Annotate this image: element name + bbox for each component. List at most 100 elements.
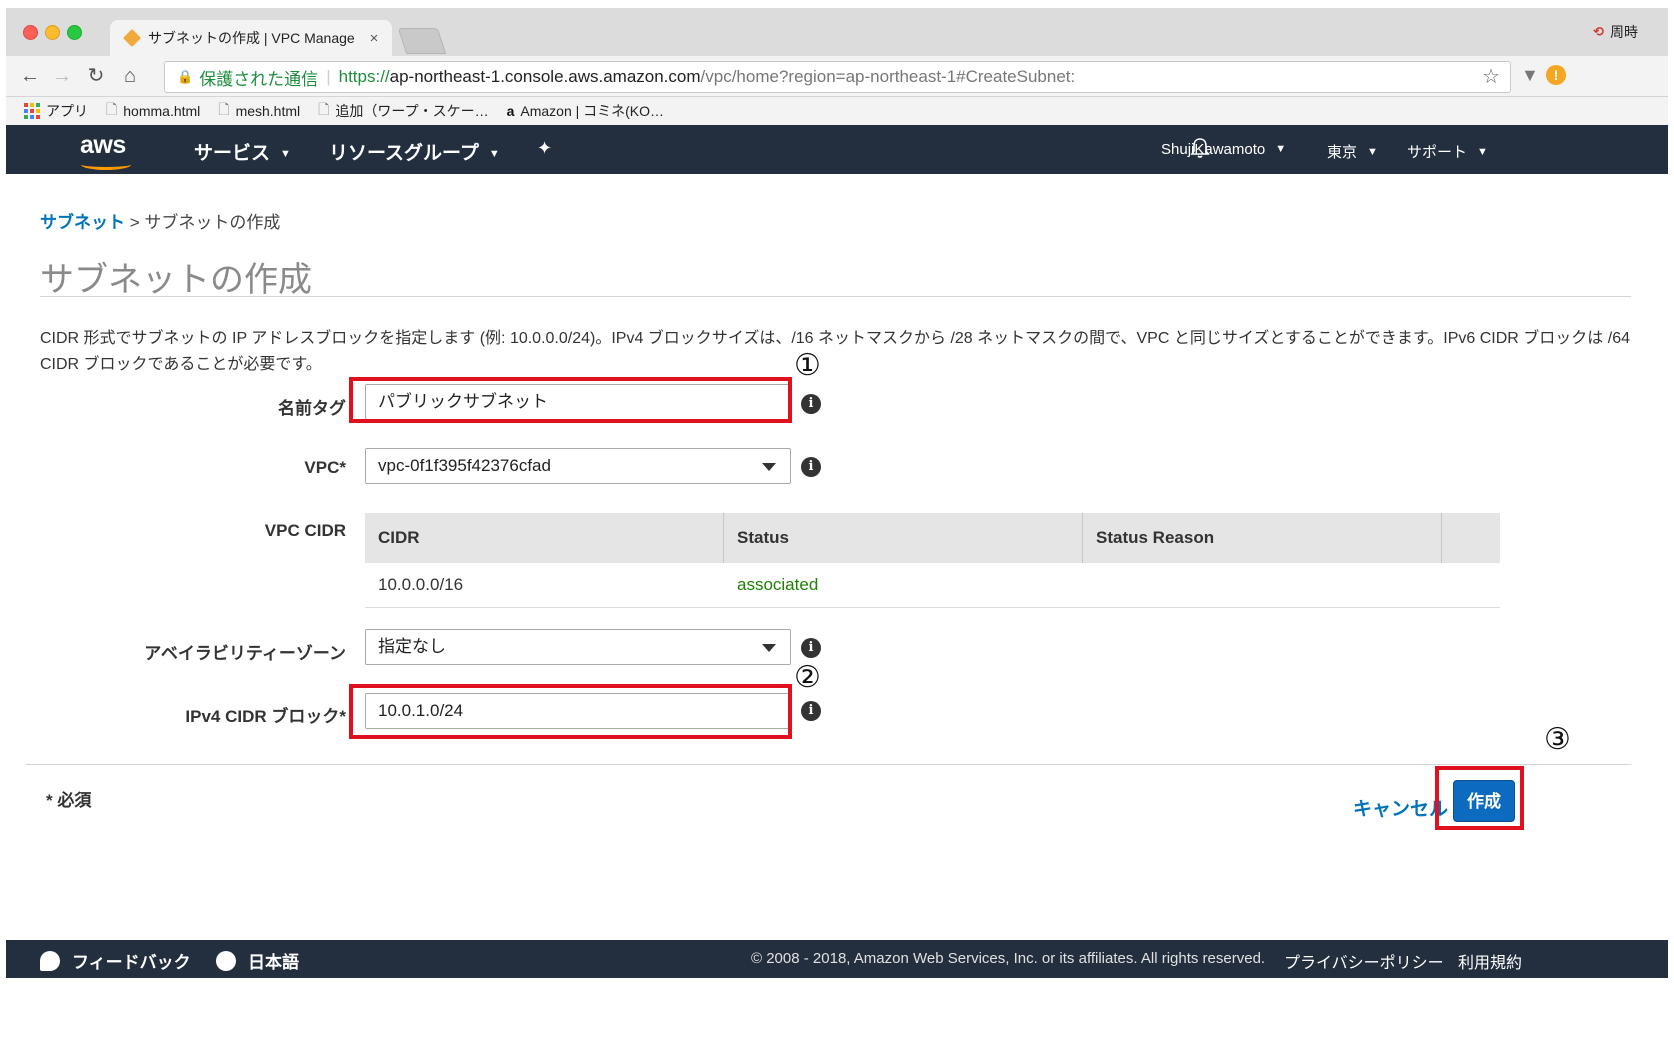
address-separator: | xyxy=(326,67,331,86)
profile-label: 周時 xyxy=(1610,24,1638,40)
browser-window: サブネットの作成 | VPC Manage × ⟲ 周時 ← → ↻ ⌂ 🔒 保… xyxy=(6,8,1668,1054)
actions-divider xyxy=(26,764,1631,765)
extension-alert-icon[interactable]: ! xyxy=(1546,65,1566,85)
status-cell: associated xyxy=(737,575,819,594)
apps-grid-icon xyxy=(24,103,40,119)
bookmark-mesh[interactable]: 🗋 mesh.html xyxy=(218,99,300,123)
url-host: ap-northeast-1.console.aws.amazon.com xyxy=(389,67,701,86)
browser-toolbar: ← → ↻ ⌂ 🔒 保護された通信 | https://ap-northeast… xyxy=(6,56,1668,97)
account-menu[interactable]: ShujiKawamoto ▼ xyxy=(1161,141,1286,158)
minimize-window-button[interactable] xyxy=(45,25,60,40)
chevron-down-icon: ▼ xyxy=(280,148,291,160)
tab-title: サブネットの作成 | VPC Manage xyxy=(148,30,355,46)
bookmark-label: homma.html xyxy=(123,103,201,119)
resource-groups-label: リソースグループ xyxy=(329,143,479,164)
language-selector[interactable]: 日本語 xyxy=(216,948,299,973)
pin-icon[interactable]: ✦ xyxy=(537,138,552,159)
secure-connection-label: 保護された通信 xyxy=(199,69,319,89)
extension-v-icon[interactable]: ▼ xyxy=(1521,65,1539,86)
amazon-icon: a xyxy=(506,103,515,119)
availability-zone-select[interactable]: 指定なし xyxy=(365,629,791,665)
services-label: サービス xyxy=(194,143,271,164)
vpc-cidr-table: CIDR Status Status Reason 10.0.0.0/16 as… xyxy=(365,513,1500,608)
info-icon[interactable]: i xyxy=(801,701,821,721)
aws-logo[interactable]: aws xyxy=(80,131,126,160)
terms-of-use-link[interactable]: 利用規約 xyxy=(1458,949,1522,973)
bookmark-star-icon[interactable]: ☆ xyxy=(1482,64,1500,89)
page-icon: 🗋 xyxy=(106,101,118,117)
page-icon: 🗋 xyxy=(218,101,230,117)
vpc-label: VPC* xyxy=(304,458,346,477)
annotation-number-3: ③ xyxy=(1544,722,1571,757)
column-header-status-reason[interactable]: Status Reason xyxy=(1083,513,1442,563)
region-menu[interactable]: 東京 ▼ xyxy=(1327,141,1378,162)
vpc-select[interactable]: vpc-0f1f395f42376cfad xyxy=(365,448,791,484)
bookmark-label: mesh.html xyxy=(235,103,301,119)
aws-top-nav: aws サービス ▼ リソースグループ ▼ ✦ ShujiKawamoto ▼ 東京 ▼… xyxy=(6,125,1668,174)
info-icon[interactable]: i xyxy=(801,394,821,414)
feedback-label: フィードバック xyxy=(72,953,191,972)
column-header-cidr[interactable]: CIDR xyxy=(365,513,724,563)
profile-button[interactable]: ⟲ 周時 xyxy=(1593,22,1638,42)
bookmark-homma[interactable]: 🗋 homma.html xyxy=(106,99,200,123)
region-label: 東京 xyxy=(1327,144,1358,161)
globe-icon xyxy=(216,950,236,971)
support-label: サポート xyxy=(1407,144,1468,161)
reload-icon[interactable]: ↻ xyxy=(82,62,110,90)
bookmark-warp[interactable]: 🗋 追加（ワープ・スケー… xyxy=(318,99,488,123)
breadcrumb-current: サブネットの作成 xyxy=(144,213,281,232)
info-icon[interactable]: i xyxy=(801,638,821,658)
required-note: * 必須 xyxy=(46,791,92,810)
address-bar[interactable]: 🔒 保護された通信 | https://ap-northeast-1.conso… xyxy=(164,61,1511,93)
services-menu[interactable]: サービス ▼ xyxy=(194,138,291,165)
lock-icon: 🔒 xyxy=(177,69,194,84)
maximize-window-button[interactable] xyxy=(67,25,82,40)
vpc-cidr-label: VPC CIDR xyxy=(264,521,346,540)
breadcrumb: サブネット > サブネットの作成 xyxy=(40,208,280,233)
bookmark-apps[interactable]: アプリ xyxy=(24,101,88,121)
annotation-highlight-ipv4-cidr xyxy=(349,684,792,739)
chevron-down-icon: ▼ xyxy=(1275,143,1287,155)
profile-sync-icon: ⟲ xyxy=(1593,24,1604,39)
title-divider xyxy=(40,296,1631,297)
back-arrow-icon[interactable]: ← xyxy=(16,62,44,90)
tab-close-icon[interactable]: × xyxy=(364,30,384,47)
bookmark-label: アプリ xyxy=(46,103,88,119)
browser-tab[interactable]: サブネットの作成 | VPC Manage × xyxy=(110,20,392,56)
chevron-down-icon: ▼ xyxy=(488,148,500,160)
tab-strip: サブネットの作成 | VPC Manage × ⟲ 周時 xyxy=(6,8,1668,56)
privacy-policy-link[interactable]: プライバシーポリシー xyxy=(1284,949,1444,973)
page-icon: 🗋 xyxy=(318,101,330,117)
breadcrumb-subnets-link[interactable]: サブネット xyxy=(40,213,125,232)
name-tag-label: 名前タグ xyxy=(278,399,346,418)
chevron-down-icon: ▼ xyxy=(1477,146,1488,158)
copyright-text: © 2008 - 2018, Amazon Web Services, Inc.… xyxy=(751,950,1266,967)
forward-arrow-icon[interactable]: → xyxy=(48,62,76,90)
page-description: CIDR 形式でサブネットの IP アドレスブロックを指定します (例: 10.… xyxy=(40,330,1630,373)
home-icon[interactable]: ⌂ xyxy=(116,62,144,90)
cidr-cell: 10.0.0.0/16 xyxy=(378,575,464,594)
annotation-number-1: ① xyxy=(794,348,821,383)
page-title: サブネットの作成 xyxy=(40,261,312,299)
close-window-button[interactable] xyxy=(23,25,38,40)
table-row: 10.0.0.0/16 associated xyxy=(365,563,1500,608)
support-menu[interactable]: サポート ▼ xyxy=(1407,141,1488,162)
resource-groups-menu[interactable]: リソースグループ ▼ xyxy=(329,138,500,165)
aws-logo-smile xyxy=(81,159,131,170)
language-label: 日本語 xyxy=(248,953,299,972)
column-header-status[interactable]: Status xyxy=(724,513,1083,563)
speech-bubble-icon xyxy=(40,950,60,971)
annotation-number-2: ② xyxy=(794,660,821,695)
cancel-link[interactable]: キャンセル xyxy=(1353,794,1448,821)
feedback-link[interactable]: フィードバック xyxy=(40,948,191,973)
bookmark-label: 追加（ワープ・スケー… xyxy=(335,103,489,119)
info-icon[interactable]: i xyxy=(801,457,821,477)
console-footer: フィードバック 日本語 © 2008 - 2018, Amazon Web Se… xyxy=(6,940,1668,978)
breadcrumb-separator: > xyxy=(129,213,140,232)
table-header-row: CIDR Status Status Reason xyxy=(365,513,1500,563)
annotation-highlight-create xyxy=(1435,766,1524,830)
url-path: /vpc/home?region=ap-northeast-1#CreateSu… xyxy=(700,67,1076,86)
new-tab-button[interactable] xyxy=(397,28,447,54)
bookmark-amazon[interactable]: a Amazon | コミネ(KO… xyxy=(507,101,664,121)
account-label: ShujiKawamoto xyxy=(1161,141,1266,158)
